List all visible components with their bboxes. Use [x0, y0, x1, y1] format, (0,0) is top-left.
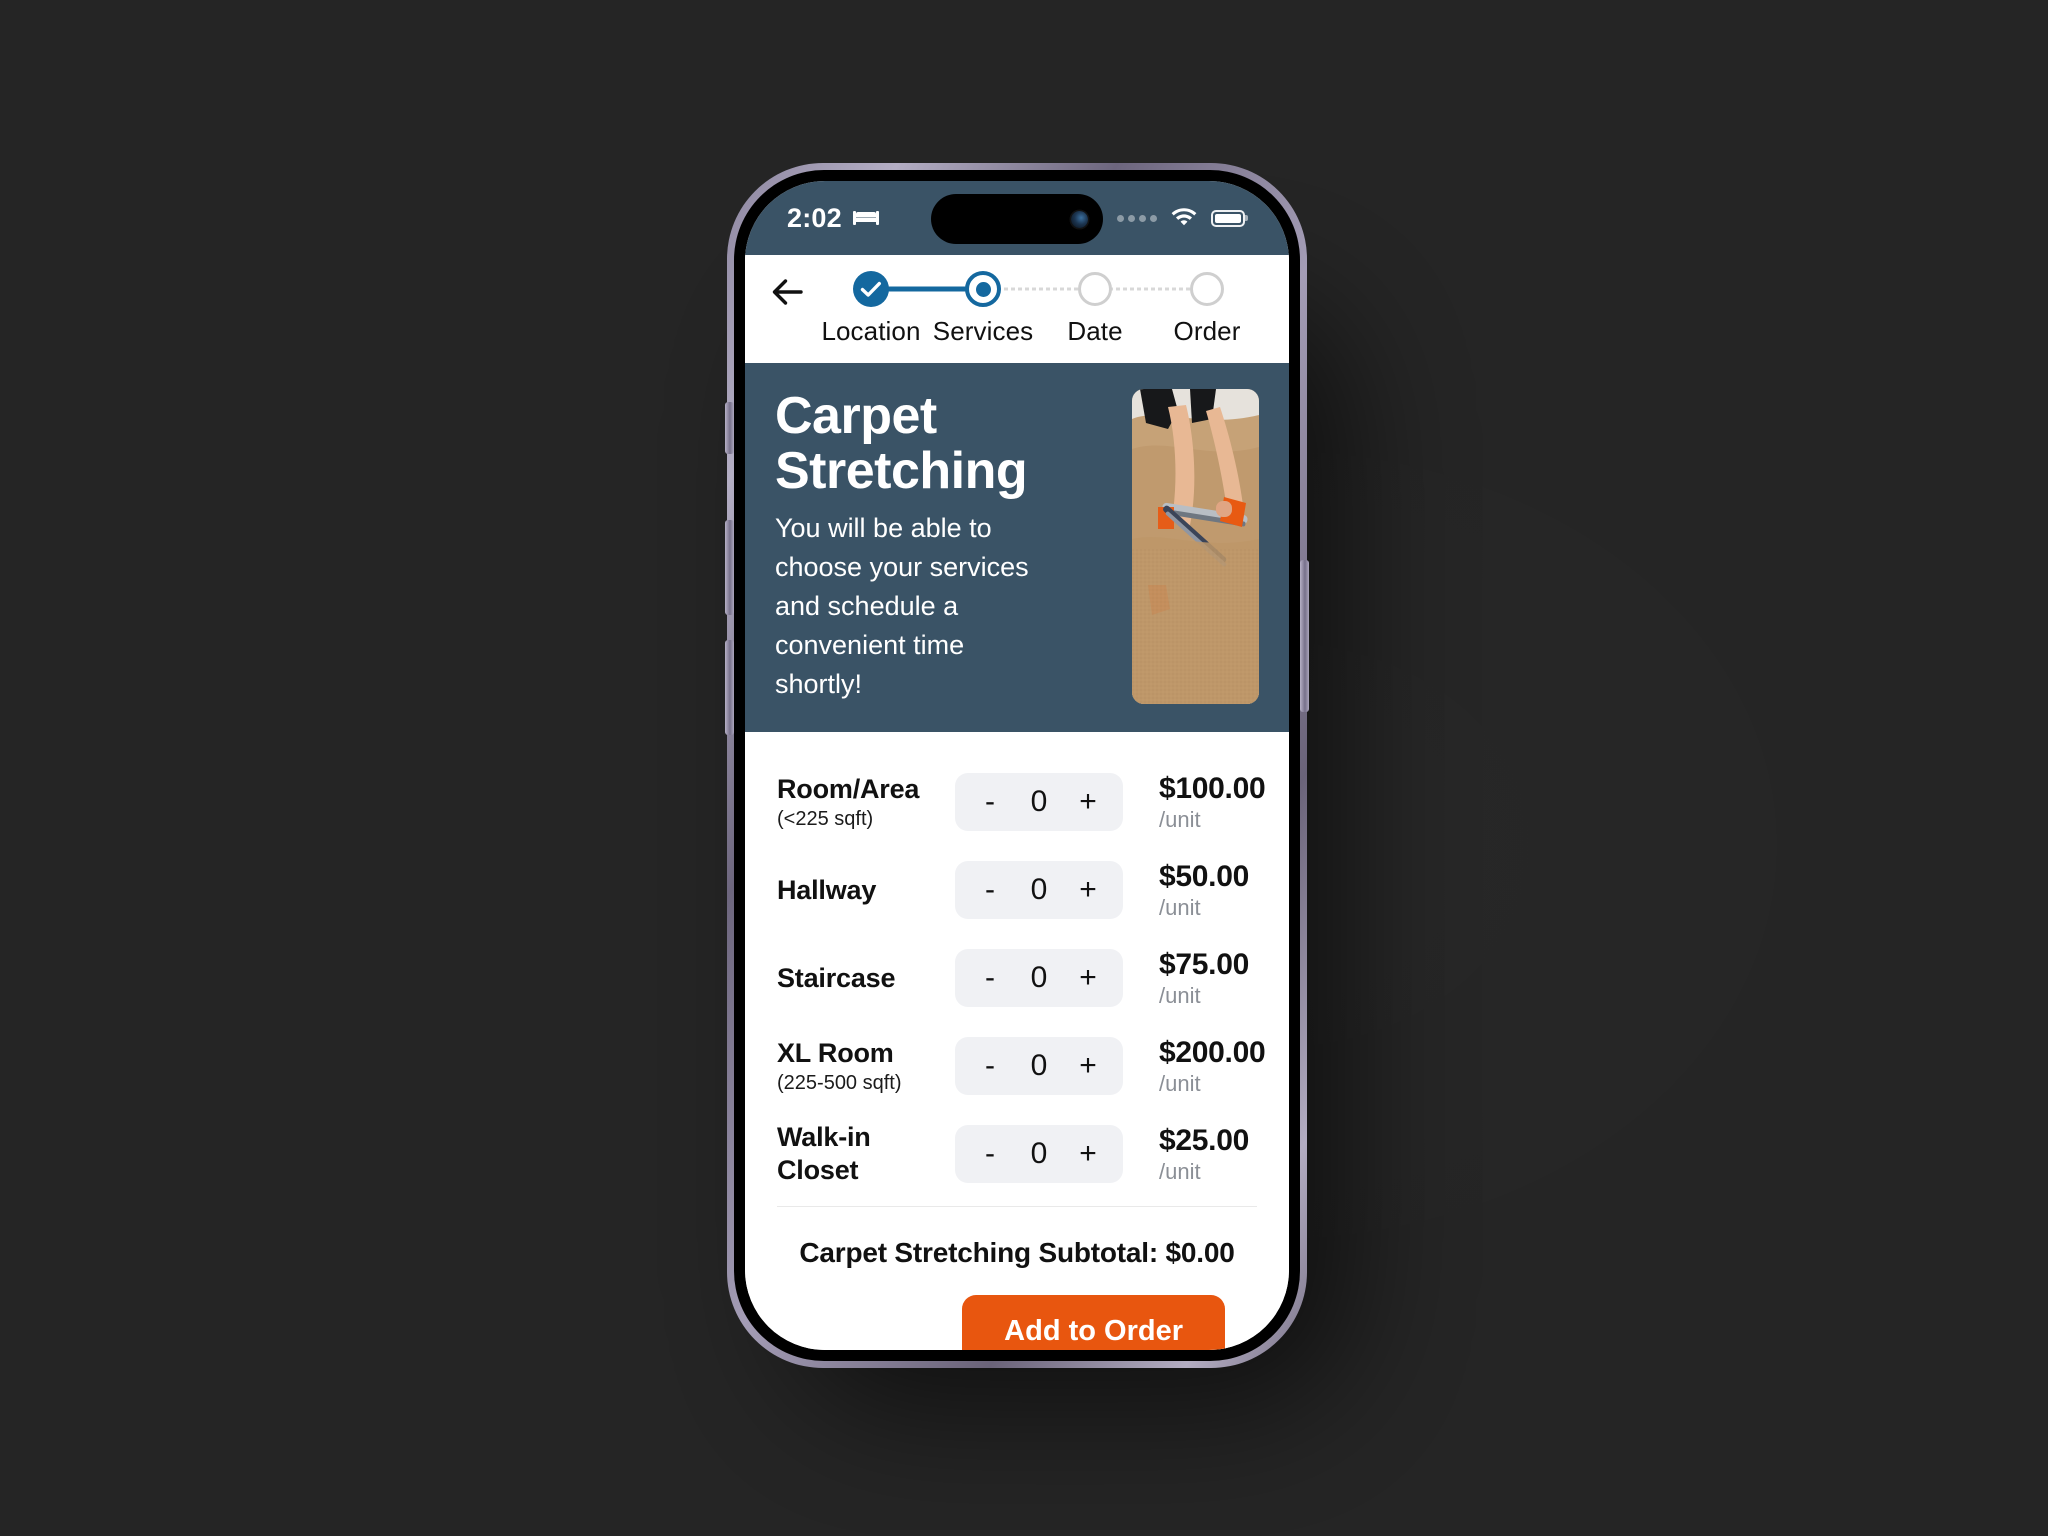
- increment-button[interactable]: +: [1077, 963, 1099, 993]
- service-name-block: Room/Area (<225 sqft): [777, 773, 955, 832]
- stepper-marker-active-icon: [965, 271, 1001, 307]
- quantity-stepper[interactable]: - 0 +: [955, 1125, 1123, 1183]
- stepper-step-date[interactable]: Date: [1039, 269, 1207, 347]
- progress-stepper: Location Services Date Order: [745, 255, 1289, 363]
- service-name-block: Staircase: [777, 962, 955, 995]
- hero-description: You will be able to choose your services…: [775, 513, 1029, 699]
- quantity-value: 0: [1030, 1049, 1048, 1082]
- stepper-steps: Location Services Date Order: [815, 269, 1263, 347]
- stepper-marker-completed-icon: [853, 271, 889, 307]
- service-price-unit: /unit: [1159, 895, 1201, 921]
- increment-button[interactable]: +: [1077, 1139, 1099, 1169]
- volume-down-button[interactable]: [725, 640, 734, 735]
- service-subtitle: (225-500 sqft): [777, 1072, 902, 1095]
- status-bar: 2:02: [745, 181, 1289, 255]
- volume-up-button[interactable]: [725, 520, 734, 615]
- service-name-block: XL Room (225-500 sqft): [777, 1037, 955, 1096]
- service-price-unit: /unit: [1159, 1071, 1201, 1097]
- service-price-block: $75.00 /unit: [1123, 947, 1257, 1009]
- decrement-button[interactable]: -: [979, 1139, 1001, 1169]
- hero-title: Carpet Stretching: [775, 387, 1028, 501]
- stepper-step-services[interactable]: Services: [927, 269, 1095, 347]
- cta-container: Add to Order: [777, 1269, 1257, 1350]
- back-arrow-icon[interactable]: [771, 269, 815, 312]
- service-price-block: $200.00 /unit: [1123, 1035, 1266, 1097]
- service-row-room-area: Room/Area (<225 sqft) - 0 + $100.00 /uni…: [777, 758, 1266, 846]
- service-price: $75.00: [1159, 947, 1249, 981]
- battery-icon: [1211, 209, 1245, 227]
- quantity-value: 0: [1030, 873, 1048, 906]
- power-button[interactable]: [1300, 560, 1309, 712]
- dynamic-island: [931, 194, 1103, 244]
- quantity-stepper[interactable]: - 0 +: [955, 949, 1123, 1007]
- stepper-label-order: Order: [1173, 316, 1241, 346]
- service-row-walk-in-closet: Walk-in Closet - 0 + $25.00 /unit: [777, 1110, 1257, 1198]
- decrement-button[interactable]: -: [979, 1051, 1001, 1081]
- stepper-label-services: Services: [932, 316, 1034, 346]
- wifi-icon: [1170, 205, 1198, 231]
- service-price: $200.00: [1159, 1035, 1266, 1069]
- hero-text-block: Carpet Stretching You will be able to ch…: [775, 387, 1114, 704]
- stepper-step-order[interactable]: Order: [1151, 269, 1263, 347]
- service-subtitle: (<225 sqft): [777, 808, 874, 831]
- status-bar-clock: 2:02: [787, 202, 842, 233]
- phone-device-frame: 2:02 Location Services Date Order Carpet…: [725, 163, 1309, 1368]
- quantity-stepper[interactable]: - 0 +: [955, 1037, 1123, 1095]
- status-bar-left: 2:02: [787, 203, 880, 234]
- service-price: $50.00: [1159, 859, 1249, 893]
- stepper-step-location[interactable]: Location: [815, 269, 983, 347]
- service-price-block: $100.00 /unit: [1123, 771, 1266, 833]
- service-title: Room/Area: [777, 773, 920, 804]
- phone-bezel: 2:02 Location Services Date Order Carpet…: [725, 170, 1309, 1361]
- service-title: XL Room: [777, 1037, 894, 1068]
- services-list: Room/Area (<225 sqft) - 0 + $100.00 /uni…: [745, 732, 1289, 1350]
- service-price-block: $25.00 /unit: [1123, 1123, 1257, 1185]
- signal-dots-icon: [1117, 214, 1157, 222]
- service-row-xl-room: XL Room (225-500 sqft) - 0 + $200.00 /un…: [777, 1022, 1266, 1110]
- service-title: Walk-in Closet: [777, 1122, 871, 1185]
- service-row-hallway: Hallway - 0 + $50.00 /unit: [777, 846, 1257, 934]
- stepper-marker-todo-icon: [1078, 272, 1112, 306]
- action-button[interactable]: [725, 402, 734, 454]
- bed-icon: [852, 203, 880, 234]
- add-to-order-button[interactable]: Add to Order: [962, 1295, 1225, 1350]
- service-title: Staircase: [777, 962, 896, 993]
- service-name-block: Hallway: [777, 874, 955, 907]
- status-bar-right: [1117, 205, 1245, 231]
- decrement-button[interactable]: -: [979, 963, 1001, 993]
- stepper-marker-todo-icon-2: [1190, 272, 1224, 306]
- quantity-stepper[interactable]: - 0 +: [955, 861, 1123, 919]
- increment-button[interactable]: +: [1077, 787, 1099, 817]
- increment-button[interactable]: +: [1077, 1051, 1099, 1081]
- decrement-button[interactable]: -: [979, 787, 1001, 817]
- front-camera-icon: [1071, 210, 1088, 228]
- quantity-value: 0: [1030, 1137, 1048, 1170]
- subtotal-text: Carpet Stretching Subtotal: $0.00: [799, 1237, 1235, 1268]
- service-price-unit: /unit: [1159, 1159, 1201, 1185]
- service-row-staircase: Staircase - 0 + $75.00 /unit: [777, 934, 1257, 1022]
- quantity-value: 0: [1030, 961, 1048, 994]
- service-price-unit: /unit: [1159, 983, 1201, 1009]
- quantity-value: 0: [1030, 785, 1048, 818]
- service-name-block: Walk-in Closet: [777, 1121, 955, 1187]
- hero-image: [1132, 389, 1259, 704]
- quantity-stepper[interactable]: - 0 +: [955, 773, 1123, 831]
- service-price-block: $50.00 /unit: [1123, 859, 1257, 921]
- service-price: $25.00: [1159, 1123, 1249, 1157]
- phone-screen: 2:02 Location Services Date Order Carpet…: [745, 181, 1289, 1350]
- service-title: Hallway: [777, 874, 877, 905]
- stepper-label-date: Date: [1067, 316, 1123, 346]
- service-price-unit: /unit: [1159, 807, 1201, 833]
- service-price: $100.00: [1159, 771, 1266, 805]
- hero-banner: Carpet Stretching You will be able to ch…: [745, 363, 1289, 732]
- decrement-button[interactable]: -: [979, 875, 1001, 905]
- stepper-label-location: Location: [821, 316, 921, 346]
- increment-button[interactable]: +: [1077, 875, 1099, 905]
